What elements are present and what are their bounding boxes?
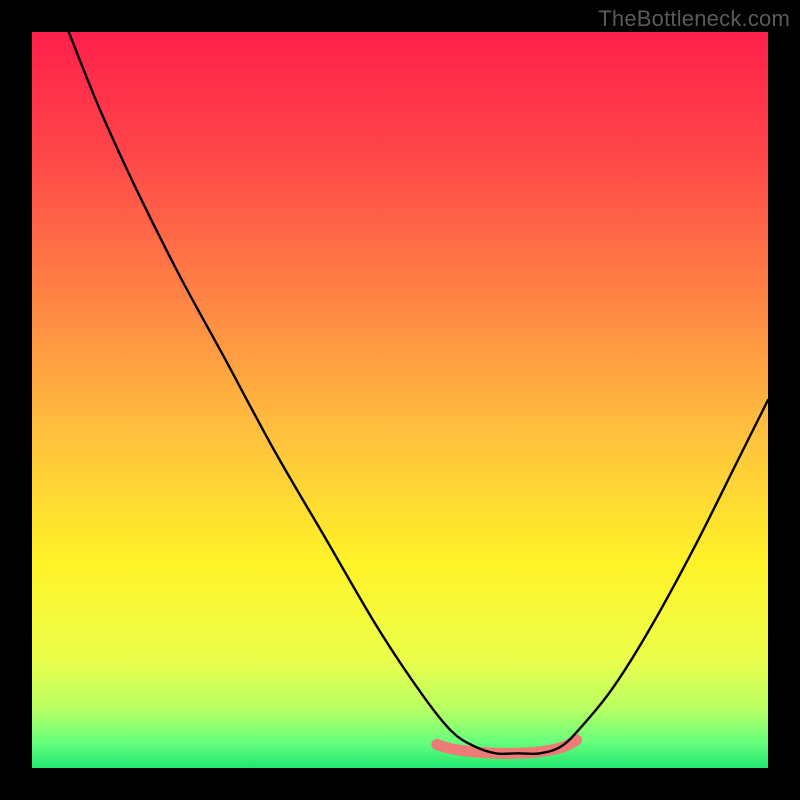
plot-svg — [32, 32, 768, 768]
valley-highlight-path — [437, 740, 577, 753]
plot-area — [32, 32, 768, 768]
chart-frame: TheBottleneck.com — [0, 0, 800, 800]
watermark-text: TheBottleneck.com — [598, 6, 790, 32]
bottleneck-curve-path — [69, 32, 768, 754]
